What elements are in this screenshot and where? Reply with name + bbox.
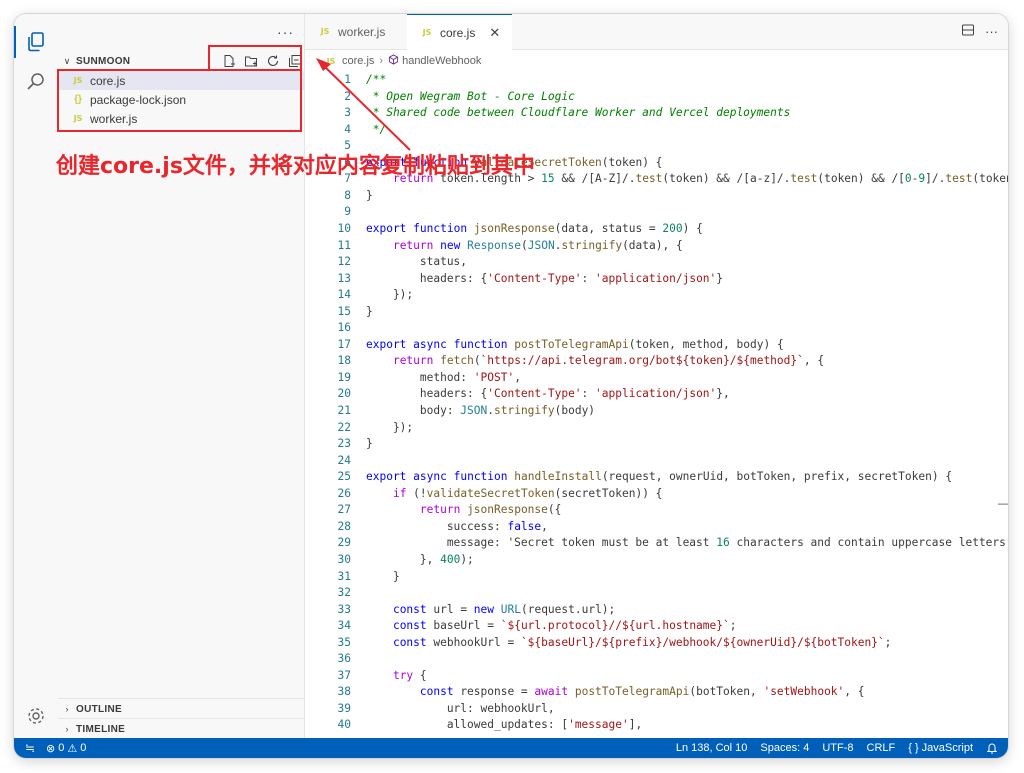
arrow-icon [316, 58, 411, 151]
annotation-text: 创建core.js文件，并将对应内容复制粘贴到其中 [56, 154, 535, 179]
